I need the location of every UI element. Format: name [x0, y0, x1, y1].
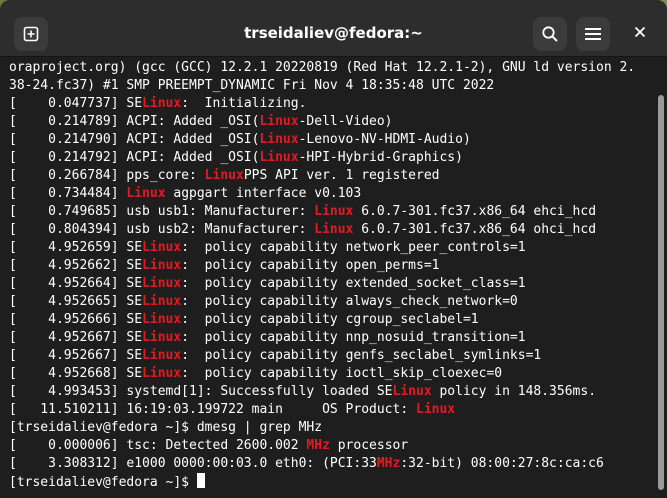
- terminal-text: [trseidaliev@fedora ~]$ dmesg | grep MHz: [9, 420, 323, 435]
- terminal-line: [ 0.214789] ACPI: Added _OSI(Linux-Dell-…: [9, 113, 667, 131]
- terminal-text: [ 0.734484]: [9, 186, 127, 201]
- terminal-text: [ 4.952667] SE: [9, 330, 143, 345]
- highlighted-match: Linux: [142, 348, 182, 363]
- terminal-line: [ 0.734484] Linux agpgart interface v0.1…: [9, 185, 667, 203]
- terminal-text: oraproject.org) (gcc (GCC) 12.2.1 202208…: [9, 60, 636, 75]
- terminal-text: 6.0.7-301.fc37.x86_64 ehci_hcd: [353, 204, 597, 219]
- highlighted-match: Linux: [142, 240, 182, 255]
- terminal-line: [ 0.266784] pps_core: LinuxPPS API ver. …: [9, 167, 667, 185]
- terminal-text: [ 11.510211] 16:19:03.199722 main OS Pro…: [9, 402, 416, 417]
- terminal-text: [ 0.749685] usb usb1: Manufacturer:: [9, 204, 315, 219]
- terminal-line: [ 4.952668] SELinux: policy capability i…: [9, 365, 667, 383]
- terminal-window: trseidaliev@fedora:~ oraproject.org) (gc…: [0, 0, 667, 498]
- terminal-line: [trseidaliev@fedora ~]$ dmesg | grep MHz: [9, 419, 667, 437]
- terminal-line: [ 4.952667] SELinux: policy capability n…: [9, 329, 667, 347]
- terminal-text: : policy capability cgroup_seclabel=1: [181, 312, 479, 327]
- highlighted-match: Linux: [142, 330, 182, 345]
- terminal-text: [ 0.000006] tsc: Detected 2600.002: [9, 438, 307, 453]
- highlighted-match: Linux: [142, 96, 182, 111]
- terminal-text: policy in 148.356ms.: [431, 384, 597, 399]
- terminal-text: : policy capability genfs_seclabel_symli…: [181, 348, 542, 363]
- highlighted-match: Linux: [126, 186, 166, 201]
- terminal-text: [ 0.214789] ACPI: Added _OSI(: [9, 114, 260, 129]
- highlighted-match: Linux: [142, 276, 182, 291]
- terminal-text: : policy capability always_check_network…: [181, 294, 518, 309]
- highlighted-match: Linux: [142, 258, 182, 273]
- terminal-line: oraproject.org) (gcc (GCC) 12.2.1 202208…: [9, 59, 667, 77]
- terminal-line: [ 4.952666] SELinux: policy capability c…: [9, 311, 667, 329]
- terminal-line: [ 4.952659] SELinux: policy capability n…: [9, 239, 667, 257]
- highlighted-match: Linux: [142, 366, 182, 381]
- terminal-line: [ 0.047737] SELinux: Initializing.: [9, 95, 667, 113]
- highlighted-match: MHz: [376, 456, 401, 471]
- close-button[interactable]: [623, 17, 657, 51]
- hamburger-menu-icon: [585, 27, 601, 41]
- terminal-text: agpgart interface v0.103: [165, 186, 362, 201]
- highlighted-match: Linux: [314, 222, 354, 237]
- terminal-text: : Initializing.: [181, 96, 307, 111]
- highlighted-match: Linux: [314, 204, 354, 219]
- terminal-text: 38-24.fc37) #1 SMP PREEMPT_DYNAMIC Fri N…: [9, 78, 495, 93]
- terminal-text: : policy capability nnp_nosuid_transitio…: [181, 330, 526, 345]
- terminal-line: [ 4.952662] SELinux: policy capability o…: [9, 257, 667, 275]
- scrollbar[interactable]: [658, 95, 664, 490]
- terminal-text: [ 3.308312] e1000 0000:00:03.0 eth0: (PC…: [9, 456, 377, 471]
- terminal-text: -Lenovo-NV-HDMI-Audio): [298, 132, 471, 147]
- terminal-line: [ 4.952665] SELinux: policy capability a…: [9, 293, 667, 311]
- highlighted-match: Linux: [142, 312, 182, 327]
- terminal-line: [ 0.214792] ACPI: Added _OSI(Linux-HPI-H…: [9, 149, 667, 167]
- terminal-text: [trseidaliev@fedora ~]$: [9, 475, 197, 490]
- terminal-text: [ 4.952668] SE: [9, 366, 143, 381]
- terminal-text: 6.0.7-301.fc37.x86_64 ohci_hcd: [353, 222, 597, 237]
- terminal-line: [ 0.000006] tsc: Detected 2600.002 MHz p…: [9, 437, 667, 455]
- terminal-text: [ 4.952666] SE: [9, 312, 143, 327]
- terminal-line: [ 4.952664] SELinux: policy capability e…: [9, 275, 667, 293]
- highlighted-match: Linux: [204, 168, 244, 183]
- terminal-text: [ 0.214792] ACPI: Added _OSI(: [9, 150, 260, 165]
- highlighted-match: MHz: [306, 438, 330, 453]
- terminal-line: [ 11.510211] 16:19:03.199722 main OS Pro…: [9, 401, 667, 419]
- search-icon: [541, 25, 559, 43]
- title-bar: trseidaliev@fedora:~: [0, 0, 667, 57]
- terminal-text: [ 0.266784] pps_core:: [9, 168, 205, 183]
- highlighted-match: Linux: [392, 384, 432, 399]
- menu-button[interactable]: [576, 17, 610, 51]
- terminal-line: [ 3.308312] e1000 0000:00:03.0 eth0: (PC…: [9, 455, 667, 473]
- terminal-text: : policy capability network_peer_control…: [181, 240, 526, 255]
- terminal-text: [ 4.993453] systemd[1]: Successfully loa…: [9, 384, 393, 399]
- close-icon: [634, 25, 646, 43]
- terminal-text: [ 0.804394] usb usb2: Manufacturer:: [9, 222, 315, 237]
- highlighted-match: Linux: [142, 294, 182, 309]
- highlighted-match: Linux: [416, 402, 456, 417]
- highlighted-match: Linux: [259, 114, 299, 129]
- terminal-line: [ 0.804394] usb usb2: Manufacturer: Linu…: [9, 221, 667, 239]
- terminal-line: [ 4.993453] systemd[1]: Successfully loa…: [9, 383, 667, 401]
- highlighted-match: Linux: [259, 150, 299, 165]
- terminal-text: [ 4.952667] SE: [9, 348, 143, 363]
- terminal-text: : policy capability ioctl_skip_cloexec=0: [181, 366, 503, 381]
- terminal-text: [ 4.952662] SE: [9, 258, 143, 273]
- terminal-text: : policy capability open_perms=1: [181, 258, 440, 273]
- text-cursor: [196, 473, 205, 488]
- terminal-output[interactable]: oraproject.org) (gcc (GCC) 12.2.1 202208…: [0, 57, 667, 498]
- terminal-text: [ 0.047737] SE: [9, 96, 143, 111]
- terminal-text: PPS API ver. 1 registered: [243, 168, 440, 183]
- terminal-text: -HPI-Hybrid-Graphics): [298, 150, 463, 165]
- terminal-text: processor: [329, 438, 409, 453]
- terminal-text: :32-bit) 08:00:27:8c:ca:c6: [400, 456, 604, 471]
- terminal-text: [ 4.952664] SE: [9, 276, 143, 291]
- terminal-text: [ 0.214790] ACPI: Added _OSI(: [9, 132, 260, 147]
- terminal-line: 38-24.fc37) #1 SMP PREEMPT_DYNAMIC Fri N…: [9, 77, 667, 95]
- terminal-line: [ 4.952667] SELinux: policy capability g…: [9, 347, 667, 365]
- terminal-line: [ 0.214790] ACPI: Added _OSI(Linux-Lenov…: [9, 131, 667, 149]
- terminal-line: [ 0.749685] usb usb1: Manufacturer: Linu…: [9, 203, 667, 221]
- terminal-text: [ 4.952659] SE: [9, 240, 143, 255]
- terminal-line: [trseidaliev@fedora ~]$: [9, 473, 667, 491]
- highlighted-match: Linux: [259, 132, 299, 147]
- search-button[interactable]: [533, 17, 567, 51]
- terminal-text: [ 4.952665] SE: [9, 294, 143, 309]
- terminal-text: -Dell-Video): [298, 114, 393, 129]
- terminal-text: : policy capability extended_socket_clas…: [181, 276, 526, 291]
